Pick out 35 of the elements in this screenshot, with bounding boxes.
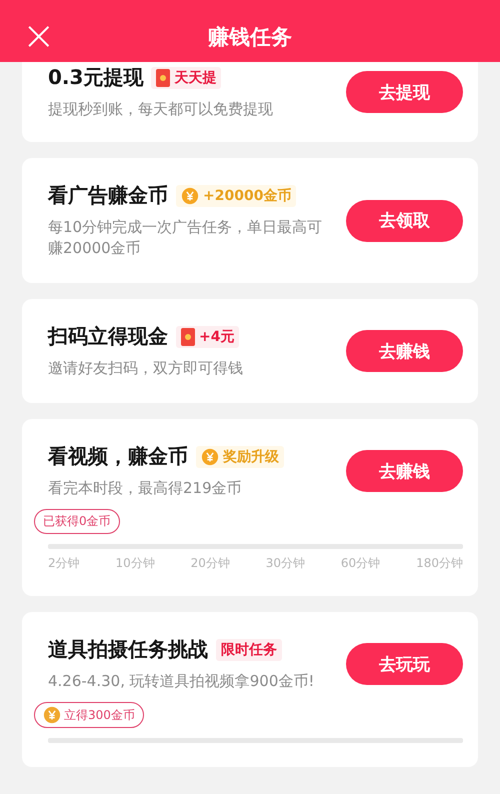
task-description: 看完本时段，最高得219金币 — [48, 478, 243, 499]
time-label: 30分钟 — [266, 555, 306, 572]
time-label: 20分钟 — [190, 555, 230, 572]
task-title: 看视频，赚金币 — [48, 443, 188, 470]
coin-icon — [201, 448, 219, 466]
page-title: 赚钱任务 — [208, 24, 292, 51]
task-title: 看广告赚金币 — [48, 182, 168, 209]
tag-text: 天天提 — [174, 68, 216, 86]
task-description: 提现秒到账，每天都可以免费提现 — [48, 99, 274, 120]
tag-text: 限时任务 — [221, 640, 277, 658]
time-label: 2分钟 — [48, 555, 80, 572]
task-description: 邀请好友扫码，双方即可得钱 — [48, 358, 244, 379]
task-button[interactable]: 去提现 — [346, 71, 463, 113]
reward-text: 已获得0金币 — [43, 513, 111, 530]
tag-text: +20000金币 — [203, 186, 292, 204]
task-button[interactable]: 去玩玩 — [346, 643, 463, 685]
time-label: 10分钟 — [116, 555, 155, 572]
reward-text: 立得300金币 — [64, 706, 135, 724]
envelope-icon — [181, 328, 195, 346]
tag-text: +4元 — [199, 328, 234, 346]
task-title: 道具拍摄任务挑战 — [48, 636, 208, 663]
envelope-icon — [156, 68, 170, 86]
task-title: 扫码立得现金 — [48, 323, 168, 350]
task-title: 0.3元提现 — [48, 64, 144, 91]
coin-icon — [43, 706, 61, 724]
task-button[interactable]: 去赚钱 — [346, 330, 463, 372]
task-description: 4.26-4.30, 玩转道具拍视频拿900金币! — [48, 671, 316, 692]
tag-text: 奖励升级 — [223, 448, 279, 466]
coin-icon — [181, 186, 199, 204]
task-button[interactable]: 去赚钱 — [346, 450, 463, 492]
time-label: 180分钟 — [416, 555, 463, 572]
task-button[interactable]: 去领取 — [346, 200, 463, 242]
close-icon[interactable]: × — [22, 16, 56, 56]
task-description: 每10分钟完成一次广告任务，单日最高可赚20000金币 — [48, 217, 324, 259]
time-label: 60分钟 — [340, 555, 380, 572]
